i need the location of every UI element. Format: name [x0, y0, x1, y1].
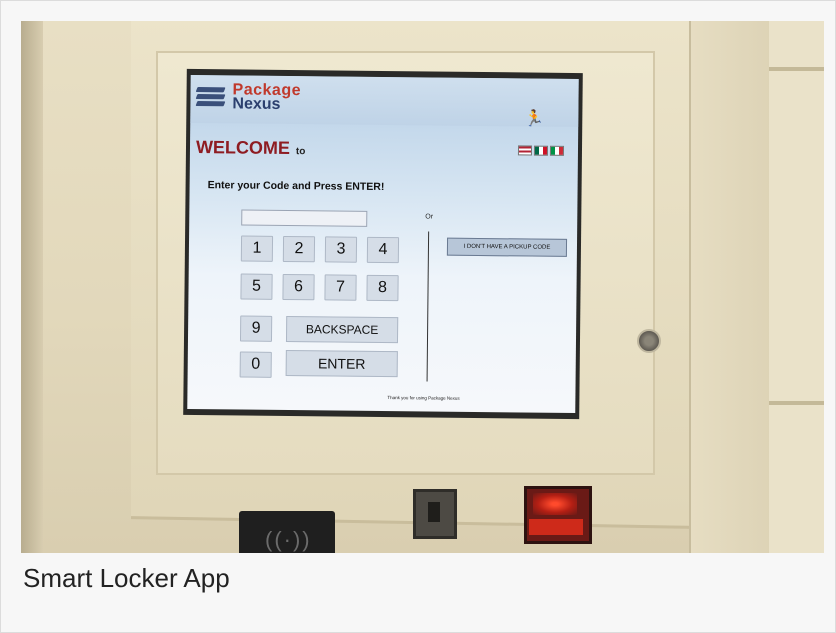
key-5[interactable]: 5	[240, 273, 273, 300]
scanner-light	[533, 493, 577, 515]
welcome-heading: WELCOME to	[196, 137, 306, 159]
key-9[interactable]: 9	[239, 315, 273, 342]
contactless-icon: ((·))	[265, 527, 312, 552]
card-slot-icon	[428, 502, 440, 522]
no-pickup-code-button[interactable]: I DON'T HAVE A PICKUP CODE	[446, 237, 568, 257]
scanner-window	[529, 519, 583, 535]
card-reader	[413, 489, 457, 539]
language-selector	[516, 144, 565, 156]
vertical-divider	[426, 231, 430, 382]
locker-panel	[769, 21, 824, 553]
key-6[interactable]: 6	[282, 273, 315, 301]
key-8[interactable]: 8	[366, 274, 399, 302]
figure-frame: Package Nexus 🏃 WELCOME to Enter your Cod…	[0, 0, 836, 633]
flag-us-icon[interactable]	[517, 145, 533, 156]
or-label: Or	[425, 213, 434, 221]
panel-seam	[769, 401, 824, 405]
logo-word-nexus: Nexus	[232, 95, 281, 113]
pickup-code-input[interactable]	[241, 209, 368, 227]
kiosk-photo: Package Nexus 🏃 WELCOME to Enter your Cod…	[21, 21, 824, 553]
key-3[interactable]: 3	[324, 236, 358, 263]
key-4[interactable]: 4	[366, 236, 400, 264]
locker-door	[689, 21, 771, 553]
kiosk-screen: Package Nexus 🏃 WELCOME to Enter your Cod…	[187, 74, 579, 414]
footer-thanks: Thank you for using Package Nexus	[387, 395, 460, 401]
courier-icon: 🏃	[524, 110, 545, 128]
box-stack-icon	[195, 87, 226, 111]
cabinet-edge	[21, 21, 43, 553]
package-nexus-logo: Package Nexus	[195, 81, 316, 118]
panel-seam	[769, 67, 824, 71]
flag-it-icon[interactable]	[549, 145, 565, 156]
enter-button[interactable]: ENTER	[285, 349, 398, 378]
figure-caption: Smart Locker App	[23, 563, 230, 593]
flag-mx-icon[interactable]	[533, 145, 549, 156]
nfc-reader: ((·))	[239, 511, 335, 553]
backspace-button[interactable]: BACKSPACE	[285, 315, 399, 344]
instruction-text: Enter your Code and Press ENTER!	[207, 179, 385, 194]
welcome-text: WELCOME	[195, 137, 291, 159]
key-2[interactable]: 2	[282, 235, 316, 263]
key-1[interactable]: 1	[240, 235, 274, 262]
door-lock-icon	[637, 329, 661, 353]
welcome-to: to	[295, 146, 306, 158]
key-0[interactable]: 0	[239, 351, 272, 378]
barcode-scanner	[524, 486, 592, 544]
key-7[interactable]: 7	[324, 274, 357, 301]
